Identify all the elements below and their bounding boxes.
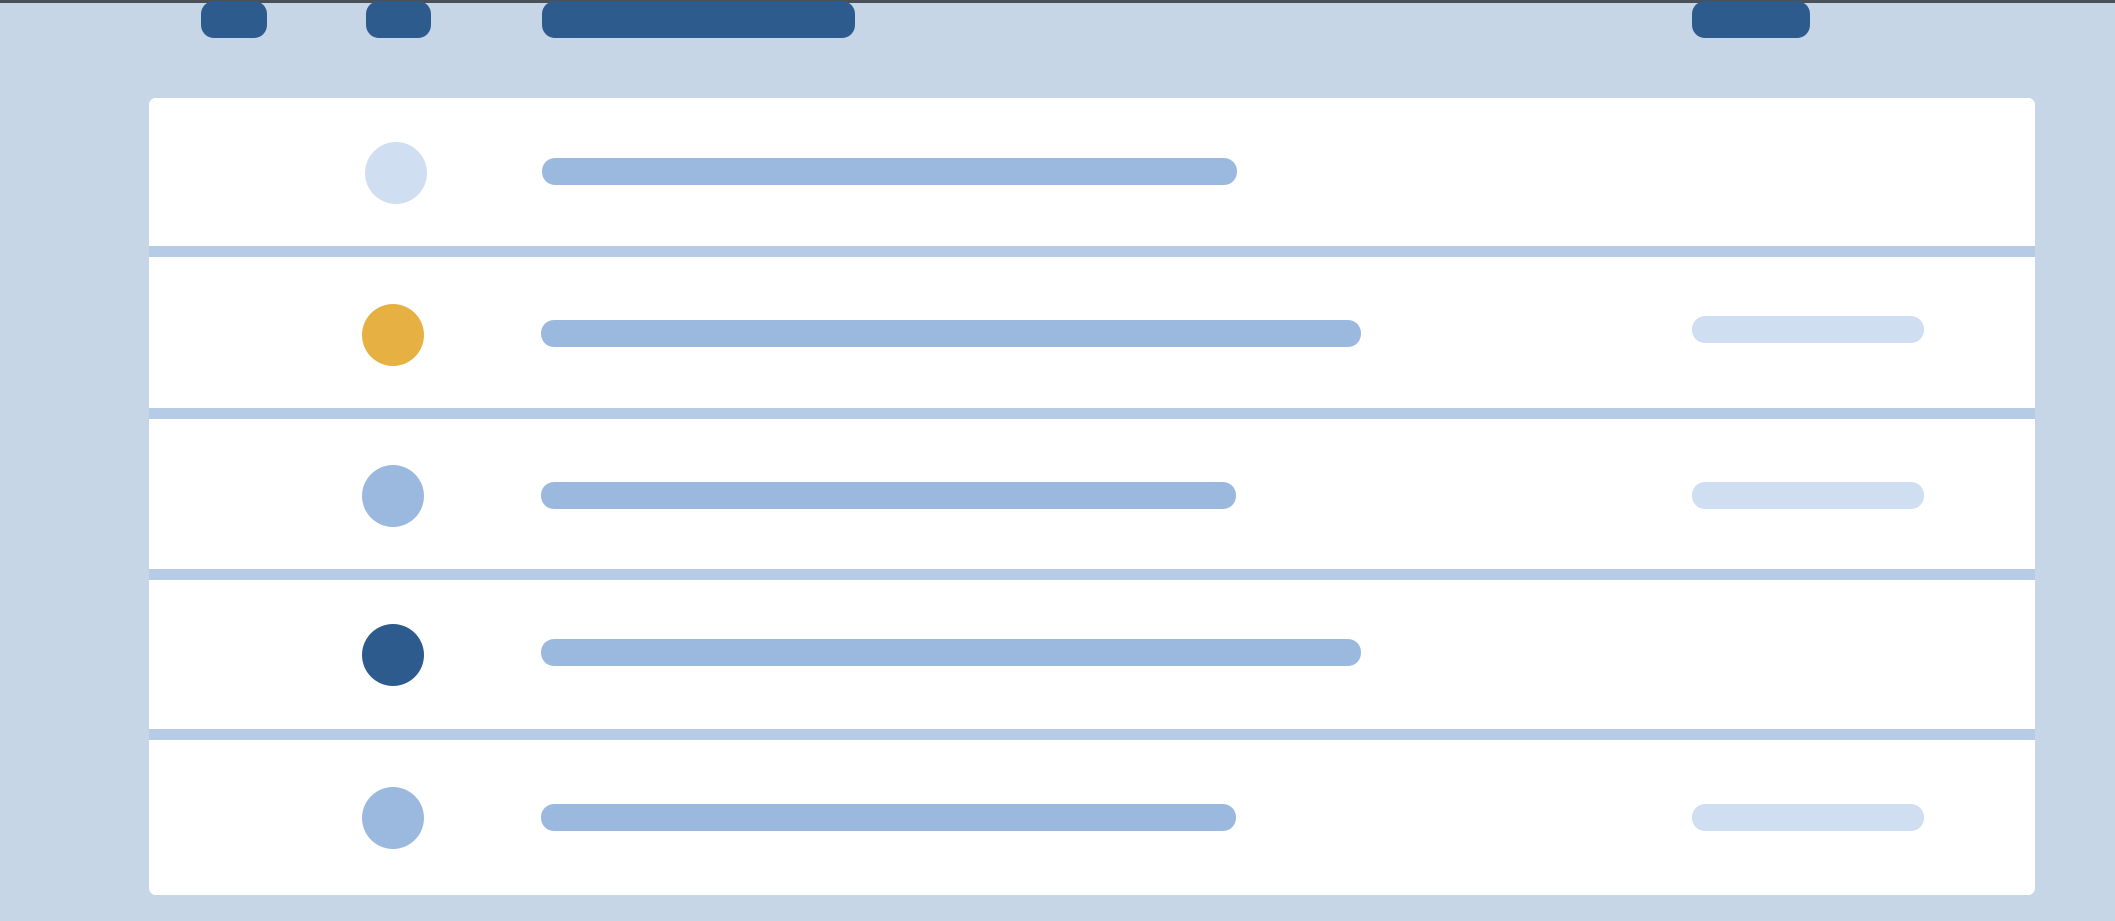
list-item[interactable] [149,580,2035,729]
list-panel [149,98,2035,895]
status-dot-icon [365,142,427,204]
list-item-title [541,320,1361,347]
list-item[interactable] [149,257,2035,408]
list-item-meta [1692,804,1924,831]
status-dot-icon [362,787,424,849]
column-header-2[interactable] [366,1,431,38]
list-item-title [542,158,1237,185]
list-item[interactable] [149,98,2035,246]
list-item-meta [1692,316,1924,343]
list-item-title [541,804,1236,831]
column-header-1[interactable] [201,1,267,38]
status-dot-icon [362,624,424,686]
row-divider [149,569,2035,580]
status-dot-icon [362,304,424,366]
column-header-4[interactable] [1692,1,1810,38]
list-item-meta [1692,482,1924,509]
row-divider [149,246,2035,257]
row-divider [149,729,2035,740]
list-item-title [541,639,1361,666]
list-item[interactable] [149,740,2035,895]
list-item-title [541,482,1236,509]
list-item[interactable] [149,419,2035,569]
row-divider [149,408,2035,419]
column-header-3[interactable] [542,1,855,38]
status-dot-icon [362,465,424,527]
